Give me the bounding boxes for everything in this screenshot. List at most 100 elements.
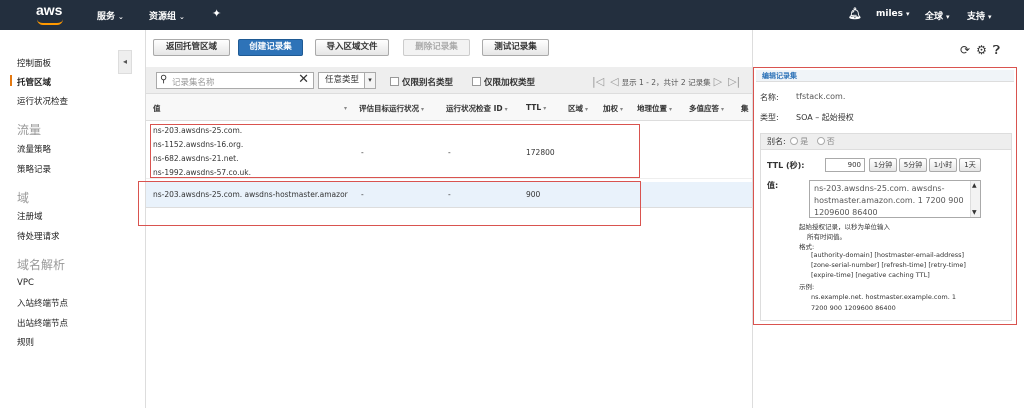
sidebar-item-inbound-endpoints[interactable]: 入站终端节点 — [17, 297, 68, 309]
editor-header: 编辑记录集 — [756, 70, 1014, 82]
last-page-icon[interactable]: ▷| — [728, 75, 740, 88]
back-to-hosted-zones-button[interactable]: 返回托管区域 — [153, 39, 230, 56]
sidebar: 控制面板 托管区域 运行状况检查 流量 流量策略 策略记录 域 注册域 待处理请… — [0, 30, 118, 408]
aws-logo-text: aws — [36, 2, 63, 18]
help-icon[interactable]: ❓︎ — [993, 43, 1000, 57]
sidebar-item-outbound-endpoints[interactable]: 出站终端节点 — [17, 317, 68, 329]
user-name: miles — [876, 9, 904, 19]
help-text: ns.example.net. hostmaster.example.com. … — [811, 293, 957, 301]
help-text: [authority-domain] [hostmaster-email-add… — [811, 251, 965, 259]
weighted-only-label: 仅限加权类型 — [484, 78, 536, 88]
sort-icon: ▾ — [504, 106, 508, 113]
chevron-down-icon: ▾ — [364, 73, 375, 88]
aws-logo[interactable]: aws — [36, 3, 64, 27]
bell-icon[interactable]: 🔔︎ — [848, 7, 862, 20]
ttl-5min-button[interactable]: 5分钟 — [899, 158, 927, 172]
alias-yes-radio[interactable] — [790, 137, 799, 145]
sort-icon: ▾ — [721, 106, 725, 113]
alias-only-checkbox[interactable]: 仅限别名类型 — [390, 76, 453, 88]
create-record-set-button[interactable]: 创建记录集 — [238, 39, 303, 56]
sort-icon[interactable]: ▾ — [342, 103, 347, 112]
sidebar-item-pending-requests[interactable]: 待处理请求 — [17, 230, 60, 242]
alias-no-radio[interactable] — [816, 137, 825, 145]
sort-icon: ▾ — [421, 106, 425, 113]
sort-icon: ▾ — [669, 106, 673, 113]
weighted-only-checkbox[interactable]: 仅限加权类型 — [472, 76, 535, 88]
alias-no-label: 否 — [826, 137, 835, 146]
main-content: 返回托管区域 创建记录集 导入区域文件 删除记录集 测试记录集 ⚲ 记录集名称 … — [138, 30, 753, 408]
column-label: 地理位置 — [637, 104, 667, 113]
sidebar-item-health-checks[interactable]: 运行状况检查 — [17, 95, 68, 107]
region-menu[interactable]: 全球 ▾ — [925, 9, 950, 22]
prev-page-icon[interactable]: ◁ — [610, 75, 618, 88]
resource-groups-menu[interactable]: 资源组 ⌄ — [149, 9, 185, 22]
sidebar-item-hosted-zones[interactable]: 托管区域 — [9, 75, 51, 88]
column-header-evaluate-health[interactable]: 评估目标运行状况 ▾ — [359, 103, 424, 114]
table-header: 值 ▾ 评估目标运行状况 ▾ 运行状况检查 ID ▾ TTL ▾ 区域 ▾ 加权 ▾ 地理… — [146, 94, 753, 121]
column-header-geolocation[interactable]: 地理位置 ▾ — [637, 103, 672, 114]
column-label: 值 — [153, 104, 161, 113]
column-header-ttl[interactable]: TTL ▾ — [526, 103, 546, 112]
support-label: 支持 — [967, 12, 986, 22]
sort-arrow: ▾ — [344, 105, 348, 112]
pagination: |◁ ◁ 显示 1 - 2，共计 2 记录集 ▷ ▷| — [589, 75, 743, 88]
ttl-1hour-button[interactable]: 1小时 — [929, 158, 957, 172]
column-header-set[interactable]: 集 — [741, 103, 749, 114]
delete-record-set-button[interactable]: 删除记录集 — [403, 39, 470, 56]
search-placeholder: 记录集名称 — [172, 78, 215, 88]
value-textarea[interactable]: ns-203.awsdns-25.com. awsdns- hostmaster… — [809, 180, 981, 218]
chevron-up-icon: ▲ — [972, 182, 977, 189]
services-menu[interactable]: 服务 ⌄ — [97, 9, 124, 22]
help-text: [expire-time] [negative caching TTL] — [811, 271, 930, 279]
record-type-select[interactable]: 任意类型 ▾ — [318, 72, 376, 89]
import-zone-file-button[interactable]: 导入区域文件 — [315, 39, 389, 56]
column-header-region[interactable]: 区域 ▾ — [568, 103, 588, 114]
sidebar-item-policy-records[interactable]: 策略记录 — [17, 163, 51, 175]
sort-icon: ▾ — [620, 106, 624, 113]
name-label: 名称: — [760, 93, 779, 102]
gear-icon[interactable]: ⚙ — [976, 43, 987, 57]
textarea-scrollbar[interactable]: ▲ ▼ — [970, 181, 980, 217]
sidebar-item-vpc[interactable]: VPC — [17, 278, 34, 288]
column-label: TTL — [526, 103, 542, 112]
ttl-label: TTL (秒): — [767, 161, 805, 170]
pin-icon[interactable]: ✦ — [212, 7, 221, 20]
edit-record-set-panel: 编辑记录集 名称: tfstack.com. 类型: SOA – 起始授权 别名… — [753, 67, 1017, 325]
collapse-sidebar-button[interactable]: ◂ — [118, 50, 132, 74]
sort-icon: ▾ — [543, 105, 547, 112]
help-text: 7200 900 1209600 86400 — [811, 304, 896, 312]
chevron-left-icon: ◂ — [122, 57, 127, 66]
user-menu[interactable]: miles ▾ — [876, 9, 910, 19]
chevron-down-icon: ▾ — [906, 10, 910, 18]
column-header-weight[interactable]: 加权 ▾ — [603, 103, 623, 114]
sidebar-item-registered-domains[interactable]: 注册域 — [17, 210, 43, 222]
refresh-icon[interactable]: ⟳ — [960, 43, 970, 57]
column-header-health-check-id[interactable]: 运行状况检查 ID ▾ — [446, 103, 508, 114]
column-header-multivalue[interactable]: 多值应答 ▾ — [689, 103, 724, 114]
ttl-1min-button[interactable]: 1分钟 — [869, 158, 897, 172]
support-menu[interactable]: 支持 ▾ — [967, 9, 992, 22]
help-text: [zone-serial-number] [refresh-time] [ret… — [811, 261, 966, 269]
chevron-down-icon: ▾ — [988, 13, 992, 21]
ttl-input[interactable]: 900 — [825, 158, 865, 172]
value-label: 值: — [767, 181, 779, 190]
clear-search-icon[interactable]: ✕ — [298, 72, 309, 87]
ttl-1day-button[interactable]: 1天 — [959, 158, 981, 172]
test-record-set-button[interactable]: 测试记录集 — [482, 39, 549, 56]
column-header-value[interactable]: 值 — [153, 103, 161, 114]
alias-row: 别名: 是 否 — [761, 134, 1011, 150]
column-label: 集 — [741, 104, 749, 113]
sidebar-item-dashboard[interactable]: 控制面板 — [17, 57, 51, 69]
sidebar-item-rules[interactable]: 规则 — [17, 336, 34, 348]
search-icon: ⚲ — [160, 74, 168, 85]
sidebar-section-traffic: 流量 — [17, 123, 42, 137]
search-input[interactable]: ⚲ 记录集名称 ✕ — [156, 72, 314, 89]
aws-smile-icon — [37, 19, 63, 25]
next-page-icon[interactable]: ▷ — [714, 75, 722, 88]
first-page-icon[interactable]: |◁ — [592, 75, 604, 88]
top-navigation-bar: aws 服务 ⌄ 资源组 ⌄ ✦ 🔔︎ miles ▾ 全球 ▾ 支持 ▾ — [0, 0, 1024, 30]
sidebar-section-resolver: 域名解析 — [17, 258, 66, 272]
chevron-down-icon: ▾ — [946, 13, 950, 21]
highlight-box — [150, 124, 640, 178]
sidebar-item-traffic-policies[interactable]: 流量策略 — [17, 143, 51, 155]
